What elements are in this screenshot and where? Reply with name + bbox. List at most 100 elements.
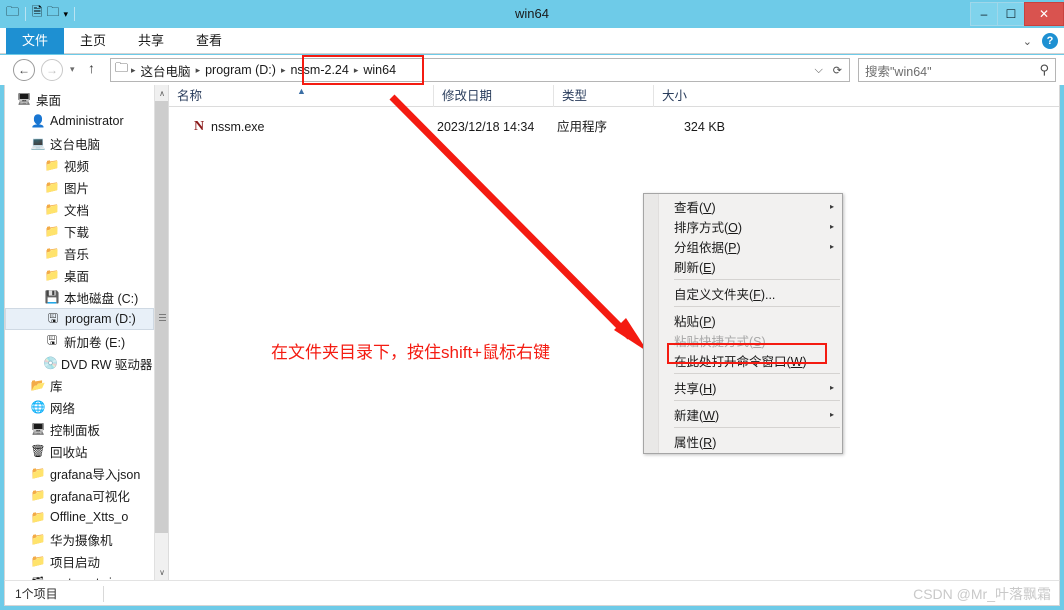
sidebar-item-label: 视频 <box>64 159 90 174</box>
sidebar-item-label: Offline_Xtts_o <box>50 510 129 524</box>
sidebar-item-icon: 📁 <box>44 180 60 194</box>
sidebar-item-label: DVD RW 驱动器 (G <box>60 357 168 372</box>
context-menu-item-label: 排序方式(O) <box>674 220 743 235</box>
file-explorer-window: 🗀 🗎 🗀 ▾ win64 – ☐ ✕ 文件 主页 共享 查看 ⌄ ? ← → <box>0 0 1064 610</box>
address-bar[interactable]: 🗀 ▸ 这台电脑 ▸ program (D:) ▸ nssm-2.24 ▸ wi… <box>110 58 850 82</box>
close-button[interactable]: ✕ <box>1024 2 1064 26</box>
context-menu-item-3[interactable]: 刷新(E) <box>644 256 842 276</box>
minimize-button[interactable]: – <box>970 2 998 26</box>
window-controls: – ☐ ✕ <box>970 2 1064 26</box>
context-menu-item-label: 刷新(E) <box>674 260 716 275</box>
submenu-arrow-icon: ▸ <box>829 241 834 251</box>
context-menu-item-label: 粘贴快捷方式(S) <box>674 334 766 349</box>
sort-ascending-icon: ▲ <box>297 86 306 96</box>
breadcrumb-item-nssm[interactable]: nssm-2.24 <box>286 63 352 77</box>
address-bar-icons: ⌵ ⟳ <box>814 64 849 77</box>
sidebar-item-label: 下载 <box>64 225 90 240</box>
sidebar-item-22[interactable]: 🗃root_cert.zip <box>5 572 154 580</box>
sidebar-item-6[interactable]: 📁 下载 <box>5 220 154 242</box>
sidebar-item-label: 桌面 <box>64 269 90 284</box>
column-header-size[interactable]: 大小 <box>653 85 731 107</box>
context-menu-item-9[interactable]: 在此处打开命令窗口(W) <box>644 350 842 370</box>
context-menu-item-2[interactable]: 分组依据(P) ▸ <box>644 236 842 256</box>
tab-home[interactable]: 主页 <box>64 28 122 54</box>
sidebar-item-13[interactable]: 📂 库 <box>5 374 154 396</box>
submenu-arrow-icon: ▸ <box>829 409 834 419</box>
sidebar-item-label: 库 <box>50 379 63 394</box>
context-menu-item-7[interactable]: 粘贴(P) <box>644 310 842 330</box>
sidebar-item-label: 这台电脑 <box>50 137 101 152</box>
refresh-icon[interactable]: ⟳ <box>833 64 842 77</box>
title-bar: 🗀 🗎 🗀 ▾ win64 – ☐ ✕ <box>0 0 1064 28</box>
sidebar-item-2[interactable]: 💻 这台电脑 <box>5 132 154 154</box>
tab-file[interactable]: 文件 <box>6 28 65 54</box>
help-icon[interactable]: ? <box>1042 33 1058 49</box>
sidebar-item-icon: 📁 <box>44 158 60 172</box>
sidebar-item-4[interactable]: 📁 图片 <box>5 176 154 198</box>
context-menu-item-0[interactable]: 查看(V) ▸ <box>644 196 842 216</box>
sidebar-item-15[interactable]: 🖥 控制面板 <box>5 418 154 440</box>
sidebar-item-10[interactable]: 🖫 program (D:) <box>5 308 154 330</box>
search-input[interactable]: 搜索"win64" ⚲ <box>858 58 1056 82</box>
sidebar-item-8[interactable]: 📁 桌面 <box>5 264 154 286</box>
sidebar-item-icon: 📁 <box>44 268 60 282</box>
file-name: nssm.exe <box>211 120 265 134</box>
scroll-up-icon[interactable]: ∧ <box>155 85 168 101</box>
column-header-modified[interactable]: 修改日期 <box>433 85 553 107</box>
sidebar-item-icon: 📁 <box>30 554 46 568</box>
back-button[interactable]: ← <box>13 59 35 81</box>
sidebar-item-icon: 🖫 <box>46 332 58 347</box>
table-row[interactable]: N nssm.exe 2023/12/18 14:34 应用程序 324 KB <box>169 115 1059 139</box>
sidebar-item-3[interactable]: 📁 视频 <box>5 154 154 176</box>
sidebar-item-18[interactable]: 📁 grafana可视化 <box>5 484 154 506</box>
sidebar-item-20[interactable]: 📁 华为摄像机 <box>5 528 154 550</box>
context-menu-item-11[interactable]: 共享(H) ▸ <box>644 377 842 397</box>
sidebar-item-14[interactable]: 🌐 网络 <box>5 396 154 418</box>
watermark-label: CSDN @Mr_叶落飘霜 <box>913 586 1051 602</box>
context-menu-item-1[interactable]: 排序方式(O) ▸ <box>644 216 842 236</box>
submenu-arrow-icon: ▸ <box>829 201 834 211</box>
sidebar-item-9[interactable]: 💾 本地磁盘 (C:) <box>5 286 154 308</box>
file-type-icon: N <box>194 119 205 134</box>
tab-view[interactable]: 查看 <box>180 28 238 54</box>
sidebar-item-1[interactable]: 👤 Administrator <box>5 110 154 132</box>
sidebar-item-icon: 🖥 <box>30 422 46 436</box>
sidebar-item-12[interactable]: 💿 DVD RW 驱动器 (G <box>5 352 168 374</box>
context-menu-separator <box>674 373 840 374</box>
submenu-arrow-icon: ▸ <box>829 221 834 231</box>
sidebar-item-icon: 👤 <box>30 114 46 128</box>
breadcrumb-item-win64[interactable]: win64 <box>359 63 400 77</box>
context-menu-item-5[interactable]: 自定义文件夹(F)... <box>644 283 842 303</box>
context-menu-item-15[interactable]: 属性(R) <box>644 431 842 451</box>
sidebar-item-19[interactable]: 📁 Offline_Xtts_o <box>5 506 154 528</box>
forward-button[interactable]: → <box>41 59 63 81</box>
sidebar-item-0[interactable]: 🖥 桌面 <box>5 88 154 110</box>
scroll-down-icon[interactable]: ∨ <box>155 564 168 580</box>
sidebar-item-11[interactable]: 🖫 新加卷 (E:) <box>5 330 154 352</box>
address-dropdown-icon[interactable]: ⌵ <box>814 64 822 77</box>
history-dropdown-icon[interactable]: ▾ <box>70 64 75 75</box>
sidebar-scrollbar[interactable]: ∧ ∨ <box>154 85 168 580</box>
sidebar-item-17[interactable]: 📁 grafana导入json <box>5 462 154 484</box>
breadcrumb-item-this-pc[interactable]: 这台电脑 <box>137 61 195 80</box>
sidebar-item-label: program (D:) <box>65 312 136 326</box>
maximize-button[interactable]: ☐ <box>997 2 1025 26</box>
tab-share[interactable]: 共享 <box>122 28 180 54</box>
ribbon-right-controls: ⌄ ? <box>1023 28 1058 54</box>
sidebar-item-21[interactable]: 📁 项目启动 <box>5 550 154 572</box>
up-button[interactable]: ↑ <box>88 60 95 76</box>
context-menu-separator <box>674 306 840 307</box>
context-menu-item-13[interactable]: 新建(W) ▸ <box>644 404 842 424</box>
sidebar-item-5[interactable]: 📁 文档 <box>5 198 154 220</box>
scrollbar-thumb[interactable] <box>155 101 168 533</box>
chevron-down-icon[interactable]: ⌄ <box>1023 35 1032 48</box>
sidebar-item-label: 项目启动 <box>50 555 101 570</box>
sidebar-item-label: 回收站 <box>50 445 88 460</box>
sidebar-item-icon: 💻 <box>30 136 46 150</box>
sidebar-item-label: 网络 <box>50 401 76 416</box>
breadcrumb-item-program-d[interactable]: program (D:) <box>201 63 280 77</box>
column-header-type[interactable]: 类型 <box>553 85 653 107</box>
sidebar-item-7[interactable]: 📁 音乐 <box>5 242 154 264</box>
sidebar-item-16[interactable]: 🗑 回收站 <box>5 440 154 462</box>
sidebar-item-icon: 📁 <box>44 246 60 260</box>
